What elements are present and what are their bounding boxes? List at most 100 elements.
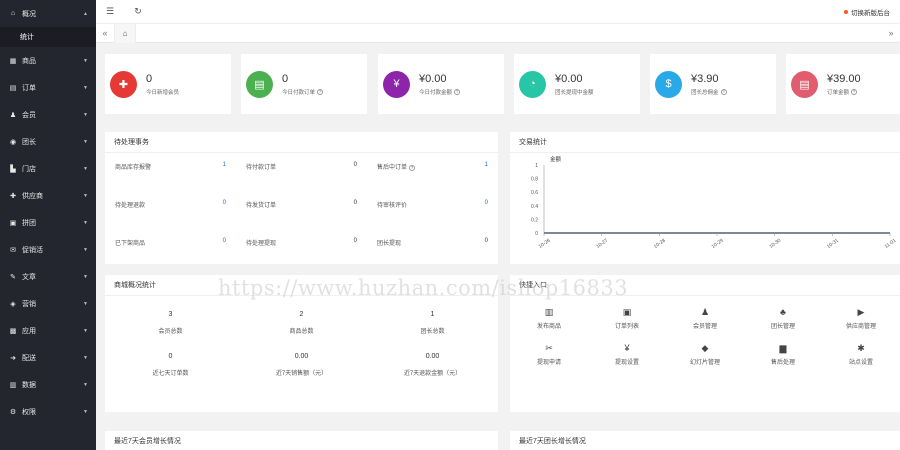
home-tab-icon[interactable]: ⌂ xyxy=(114,23,136,43)
todo-label-wrap: 待处理退款 xyxy=(115,200,145,209)
quick-entry-1-2[interactable]: ◆ 幻灯片管理 xyxy=(666,343,744,379)
watermark: https://www.huzhan.com/ishop16833 xyxy=(218,276,629,300)
sidebar-item-11[interactable]: ◈ 营销 ▼ xyxy=(0,290,96,317)
caret-down-icon: ▼ xyxy=(83,138,88,145)
stat-label-text: 团长提现中金额 xyxy=(555,89,594,96)
todo-item[interactable]: 待处理提现 0 xyxy=(236,238,367,247)
x-tick-label: 10-31 xyxy=(826,238,840,250)
dashboard-main: 待处理事务 商品库存报警 1 待付款订单 0 售后中订单? 1 待处理退款 0 待发货订单 0 待审… xyxy=(96,43,900,450)
tab-bar: « ⌂ » xyxy=(96,23,900,43)
quick-entry-0-3[interactable]: ♣ 团长管理 xyxy=(744,307,822,343)
quick-entry-1-4[interactable]: ✱ 站点设置 xyxy=(822,343,900,379)
quick-entry-1-0[interactable]: ✂ 提现申请 xyxy=(510,343,588,379)
stat-text: ¥3.90 团长总佣金? xyxy=(691,73,727,96)
notice-dot-icon xyxy=(844,9,848,14)
promo-icon: ✉ xyxy=(10,246,16,254)
switch-version-link[interactable]: 切换新版后台 xyxy=(844,7,890,17)
todo-item[interactable]: 待审核评价 0 xyxy=(367,200,498,209)
todo-value: 1 xyxy=(222,162,226,168)
todo-value: 0 xyxy=(484,238,488,244)
todo-label-wrap: 已下架商品 xyxy=(115,238,145,247)
sidebar-item-9[interactable]: ✉ 促销活 ▼ xyxy=(0,236,96,263)
stat-value: ¥0.00 xyxy=(555,72,583,85)
stat-label-text: 订单金额 xyxy=(827,89,850,96)
shop-stat-value: 0 xyxy=(168,353,173,360)
todo-item[interactable]: 已下架商品 0 xyxy=(105,238,236,247)
stat-text: ¥39.00 订单金额? xyxy=(827,73,861,96)
sidebar-item-1[interactable]: 统计 xyxy=(0,27,96,47)
stat-value: 0 xyxy=(146,72,153,85)
help-icon[interactable]: ? xyxy=(409,164,416,171)
todo-item[interactable]: 团长提现 0 xyxy=(367,238,498,247)
todo-item[interactable]: 待处理退款 0 xyxy=(105,200,236,209)
sidebar-item-12[interactable]: ▩ 应用 ▼ xyxy=(0,317,96,344)
caret-down-icon: ▼ xyxy=(83,327,88,334)
x-tick-label: 10-29 xyxy=(711,238,725,250)
sidebar-item-8[interactable]: ▣ 拼团 ▼ xyxy=(0,209,96,236)
todo-value: 0 xyxy=(353,238,357,244)
quick-entry-0-0[interactable]: ▥ 发布商品 xyxy=(510,307,588,343)
sidebar-item-label: 文章 xyxy=(22,273,36,281)
help-icon[interactable]: ? xyxy=(317,88,324,95)
todo-item[interactable]: 商品库存报警 1 xyxy=(105,162,236,171)
quick-entry-0-2[interactable]: ♟ 会员管理 xyxy=(666,307,744,343)
supplier-icon: ✚ xyxy=(10,192,16,200)
switch-version-label: 切换新版后台 xyxy=(851,9,890,17)
sidebar-item-14[interactable]: ▥ 数据 ▼ xyxy=(0,371,96,398)
quick-entry-label: 会员管理 xyxy=(692,324,717,330)
sidebar-item-4[interactable]: ♟ 会员 ▼ xyxy=(0,101,96,128)
stat-card-4: $ ¥3.90 团长总佣金? xyxy=(650,54,776,114)
stat-card-1: ▤ 0 今日付款订单? xyxy=(241,54,367,114)
tabs-scroll-right-icon[interactable]: » xyxy=(882,28,900,38)
menu-toggle-icon[interactable]: ☰ xyxy=(96,6,124,17)
stat-card-2: ¥ ¥0.00 今日付款金额? xyxy=(378,54,504,114)
sidebar-item-0[interactable]: ⌂ 概况 ▲ xyxy=(0,0,96,27)
sidebar-item-7[interactable]: ✚ 供应商 ▼ xyxy=(0,182,96,209)
help-icon[interactable]: ? xyxy=(454,88,461,95)
chart-series-label: 金额 xyxy=(550,155,562,163)
todo-panel: 待处理事务 商品库存报警 1 待付款订单 0 售后中订单? 1 待处理退款 0 待发货订单 0 待审… xyxy=(105,132,498,264)
pie-icon: ◔ xyxy=(519,70,546,98)
sidebar-item-13[interactable]: ➜ 配送 ▼ xyxy=(0,344,96,371)
sidebar-item-10[interactable]: ✎ 文章 ▼ xyxy=(0,263,96,290)
help-icon[interactable]: ? xyxy=(720,88,727,95)
sidebar-item-6[interactable]: ▙ 门店 ▼ xyxy=(0,155,96,182)
leader-growth-title: 最近7天团长增长情况 xyxy=(519,438,586,445)
todo-item[interactable]: 售后中订单? 1 xyxy=(367,162,498,171)
quick-entry-0-1[interactable]: ▣ 订单列表 xyxy=(588,307,666,343)
refresh-icon[interactable]: ↻ xyxy=(124,6,152,17)
quick-entry-0-4[interactable]: ▶ 供应商管理 xyxy=(822,307,900,343)
todo-item[interactable]: 待付款订单 0 xyxy=(236,162,367,171)
quick-entry-1-1[interactable]: ¥ 提现设置 xyxy=(588,343,666,379)
todo-value: 0 xyxy=(222,238,226,244)
x-tick-label: 10-27 xyxy=(595,238,609,250)
quick-entry-1-3[interactable]: ▆ 售后处理 xyxy=(744,343,822,379)
quick-row: ✂ 提现申请 ¥ 提现设置 ◆ 幻灯片管理 ▆ 售后处理 ✱ 站点设置 xyxy=(510,343,900,379)
todo-item[interactable]: 待发货订单 0 xyxy=(236,200,367,209)
sidebar-item-label: 权限 xyxy=(22,408,36,416)
shop-stat: 0.00 近7天销售额（元） xyxy=(236,353,367,395)
shop-stat-label: 近7天销售额（元） xyxy=(275,371,328,377)
sidebar-item-15[interactable]: ⚙ 权限 ▼ xyxy=(0,398,96,425)
todo-label-wrap: 待处理提现 xyxy=(246,238,276,247)
sidebar-item-label: 门店 xyxy=(22,165,36,173)
stat-label-text: 团长总佣金 xyxy=(691,89,719,96)
sidebar-item-5[interactable]: ◉ 团长 ▼ xyxy=(0,128,96,155)
help-icon[interactable]: ? xyxy=(851,88,858,95)
clipboard-icon: ▣ xyxy=(622,307,632,317)
coin-icon: ¥ xyxy=(624,343,630,353)
article-icon: ✎ xyxy=(10,273,16,281)
todo-label-wrap: 商品库存报警 xyxy=(115,162,151,171)
tabs-scroll-left-icon[interactable]: « xyxy=(96,28,114,38)
todo-label-wrap: 团长提现 xyxy=(377,238,401,247)
truck-icon: ▶ xyxy=(857,307,865,317)
caret-down-icon: ▼ xyxy=(83,246,88,253)
shop-stat: 1 团长总数 xyxy=(367,311,498,353)
sidebar-item-2[interactable]: ▦ 商品 ▼ xyxy=(0,47,96,74)
shop-stat-value: 0.00 xyxy=(425,353,440,360)
shop-stat-value: 0.00 xyxy=(294,353,309,360)
todo-label: 待处理退款 xyxy=(115,203,146,209)
sidebar-item-3[interactable]: ▤ 订单 ▼ xyxy=(0,74,96,101)
stat-text: 0 今日付款订单? xyxy=(282,73,324,96)
store-icon: ▙ xyxy=(10,165,16,173)
